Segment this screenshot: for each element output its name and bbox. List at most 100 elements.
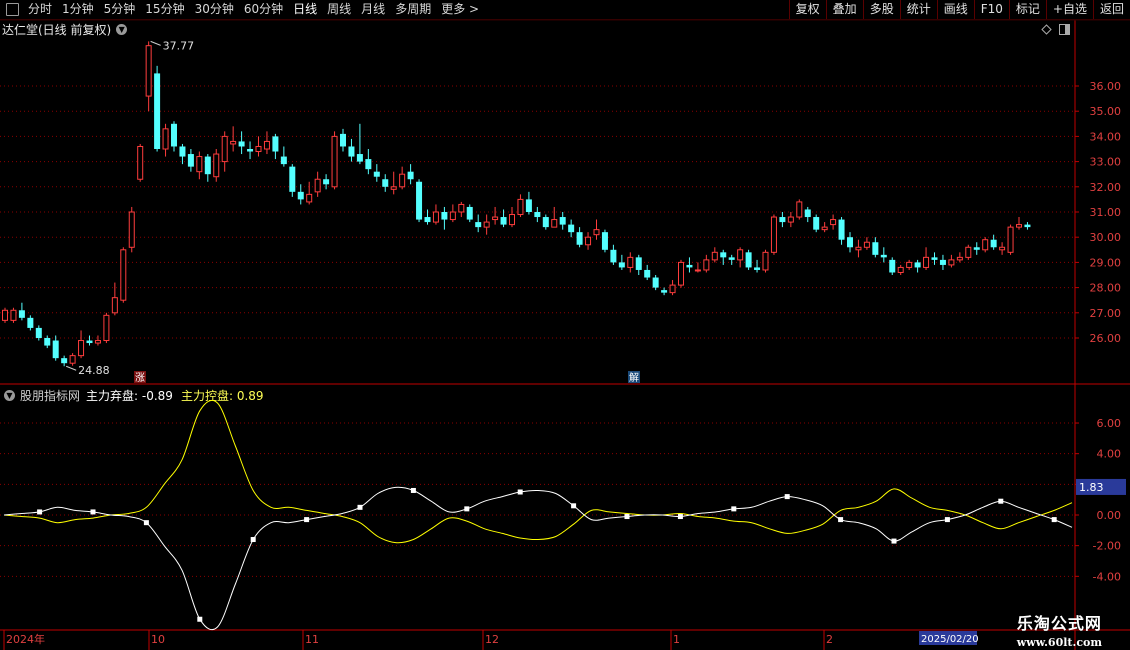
candle-body: [61, 358, 68, 364]
candle: [923, 247, 930, 270]
candle: [441, 206, 448, 230]
period-tab[interactable]: 更多 >: [436, 0, 484, 19]
candle: [27, 315, 34, 331]
candle-body: [416, 181, 423, 220]
series2-label: 主力控盘: 0.89: [180, 388, 264, 403]
candle: [509, 206, 515, 228]
candle: [982, 237, 989, 253]
candle: [585, 232, 592, 250]
series-zhuliqipan-point: [143, 520, 149, 526]
period-tab[interactable]: 60分钟: [239, 0, 288, 19]
time-tick-label: 10: [151, 633, 165, 646]
period-tab[interactable]: 多周期: [390, 0, 436, 19]
candle-body: [872, 242, 879, 255]
period-tab[interactable]: 5分钟: [99, 0, 141, 19]
candle-body: [280, 156, 287, 165]
panel-toggle-icon[interactable]: [1059, 24, 1070, 35]
candle-body: [483, 221, 490, 228]
candle: [939, 254, 946, 270]
candle-body: [247, 149, 254, 152]
candle-body: [111, 297, 118, 314]
candle: [847, 232, 853, 253]
period-tab[interactable]: 周线: [322, 0, 356, 19]
price-tick-label: 26.00: [1090, 332, 1122, 345]
toolbar-button[interactable]: 复权: [788, 0, 826, 19]
candle: [931, 252, 938, 265]
candle: [720, 249, 727, 265]
period-tab[interactable]: 1分钟: [57, 0, 99, 19]
candle-body: [601, 232, 608, 250]
candle: [804, 206, 811, 223]
toolbar-button[interactable]: 画线: [936, 0, 974, 19]
candle-body: [830, 219, 837, 226]
indicator-chevron-icon[interactable]: ▼: [4, 389, 15, 401]
dropdown-chevron-icon[interactable]: ▼: [116, 23, 128, 35]
unlock-marker-box: [628, 371, 640, 383]
period-tab[interactable]: 月线: [356, 0, 390, 19]
candle: [618, 254, 625, 270]
candle: [745, 249, 752, 270]
toolbar-button[interactable]: +自选: [1045, 0, 1093, 19]
candle: [213, 149, 220, 182]
candle: [475, 214, 482, 233]
window-square-icon[interactable]: [6, 3, 19, 16]
candle: [686, 257, 693, 273]
candle: [652, 275, 659, 291]
candle: [770, 214, 777, 255]
candle: [525, 191, 532, 215]
candle: [179, 143, 186, 165]
candle-body: [965, 246, 972, 258]
candle-body: [956, 256, 963, 261]
series-zhuliqipan-point: [731, 506, 737, 512]
candle-body: [737, 249, 744, 261]
period-tab[interactable]: 分时: [23, 0, 57, 19]
candle: [754, 259, 761, 273]
candlestick-series: [2, 41, 1031, 367]
series-zhuliqipan-point: [357, 504, 363, 510]
candle-body: [86, 340, 93, 344]
toolbar-button[interactable]: 标记: [1008, 0, 1046, 19]
candle-body: [678, 261, 684, 286]
candle-body: [525, 199, 532, 212]
candle: [694, 262, 701, 273]
candle: [78, 330, 85, 359]
cursor-value-label: 1.83: [1079, 481, 1104, 494]
candle: [838, 217, 845, 245]
candle-body: [407, 171, 414, 180]
candle-body: [1016, 224, 1022, 228]
candle: [1024, 222, 1031, 230]
candle: [449, 204, 456, 223]
period-tab[interactable]: 30分钟: [190, 0, 239, 19]
toolbar-button[interactable]: 统计: [899, 0, 937, 19]
candle-body: [365, 159, 372, 170]
candle-body: [787, 216, 794, 223]
period-tab[interactable]: 日线: [288, 0, 322, 19]
candle-body: [18, 310, 25, 318]
candle: [551, 206, 558, 228]
price-tick-label: 36.00: [1090, 80, 1122, 93]
time-tick-label: 12: [485, 633, 499, 646]
candle-body: [297, 191, 304, 200]
cursor-date-label: 2025/02/20: [921, 634, 979, 645]
toolbar-button[interactable]: 返回: [1092, 0, 1130, 19]
candle-body: [534, 212, 541, 218]
diamond-icon[interactable]: [1041, 24, 1052, 35]
candle: [534, 206, 541, 223]
toolbar-button[interactable]: F10: [973, 0, 1009, 19]
series-zhuliqipan-point: [677, 514, 683, 520]
candle-body: [542, 217, 549, 228]
toolbar-button[interactable]: 叠加: [825, 0, 863, 19]
price-tick-label: 27.00: [1090, 307, 1122, 320]
candle: [669, 280, 676, 296]
candle: [965, 244, 972, 260]
candle: [678, 259, 684, 288]
candle-body: [179, 146, 186, 157]
candle: [382, 174, 389, 192]
candle-body: [923, 256, 930, 268]
candle-body: [323, 179, 330, 185]
price-tick-label: 31.00: [1090, 206, 1122, 219]
candle-body: [145, 45, 152, 97]
toolbar-button[interactable]: 多股: [862, 0, 900, 19]
candle-body: [720, 252, 727, 258]
period-tab[interactable]: 15分钟: [140, 0, 189, 19]
